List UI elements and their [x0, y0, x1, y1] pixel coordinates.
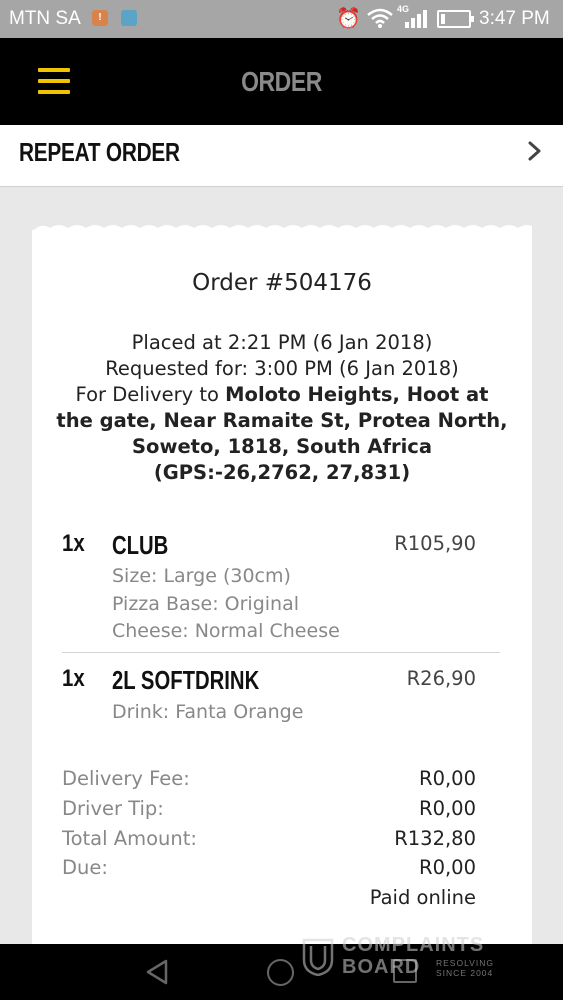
item-quantity: 1x [62, 530, 85, 557]
total-amount-value: R132,80 [394, 827, 476, 850]
gallery-notification-icon [121, 10, 137, 26]
delivery-fee-value: R0,00 [419, 767, 476, 790]
page-title: ORDER [241, 66, 322, 97]
item-option: Pizza Base: Original [112, 593, 300, 615]
item-quantity: 1x [62, 665, 85, 692]
order-details: Placed at 2:21 PM (6 Jan 2018) Requested… [54, 330, 510, 486]
delivery-prefix: For Delivery to [75, 383, 226, 406]
repeat-order-label: REPEAT ORDER [19, 137, 180, 167]
alarm-icon: ⏰ [336, 8, 361, 30]
carrier-name: MTN SA [9, 8, 81, 29]
item-name: CLUB [112, 530, 169, 560]
order-receipt: Order #504176 Placed at 2:21 PM (6 Jan 2… [32, 230, 532, 944]
item-divider [62, 652, 500, 653]
chevron-right-icon[interactable] [527, 141, 543, 161]
item-option: Drink: Fanta Orange [112, 701, 304, 723]
watermark-line2: BOARD [342, 956, 421, 978]
home-icon[interactable] [267, 959, 294, 986]
order-number: Order #504176 [192, 270, 372, 296]
item-price: R105,90 [394, 532, 476, 555]
total-amount-label: Total Amount: [62, 827, 197, 850]
due-label: Due: [62, 856, 108, 879]
item-name: 2L SOFTDRINK [112, 665, 260, 695]
back-icon[interactable] [144, 958, 170, 986]
signal-icon [405, 10, 427, 28]
clock: 3:47 PM [479, 8, 550, 29]
driver-tip-label: Driver Tip: [62, 797, 164, 820]
item-price: R26,90 [406, 667, 476, 690]
notification-icon: ! [92, 10, 108, 26]
shield-icon [302, 938, 334, 976]
app-header: ORDER [0, 38, 563, 125]
watermark-tagline: RESOLVING SINCE 2004 [436, 958, 494, 978]
placed-at: Placed at 2:21 PM (6 Jan 2018) [131, 331, 433, 354]
order-item: 1x CLUB R105,90 Size: Large (30cm) Pizza… [62, 530, 476, 650]
watermark-line1: COMPLAINTS [342, 934, 485, 956]
item-option: Size: Large (30cm) [112, 565, 291, 587]
due-value: R0,00 [419, 856, 476, 879]
delivery-info: For Delivery to Moloto Heights, Hoot at … [54, 382, 510, 486]
watermark-tag1: RESOLVING [436, 958, 494, 968]
item-option: Cheese: Normal Cheese [112, 620, 340, 642]
wifi-icon [367, 8, 393, 28]
delivery-fee-label: Delivery Fee: [62, 767, 190, 790]
repeat-order-button[interactable]: REPEAT ORDER [0, 125, 563, 187]
watermark-tag2: SINCE 2004 [436, 968, 494, 978]
payment-status: Paid online [369, 886, 476, 909]
complaints-board-watermark: COMPLAINTS BOARD RESOLVING SINCE 2004 [302, 934, 522, 980]
status-bar: MTN SA ! ⏰ 4G 3:47 PM [0, 0, 563, 38]
order-item: 1x 2L SOFTDRINK R26,90 Drink: Fanta Oran… [62, 665, 476, 725]
battery-icon [437, 10, 474, 28]
driver-tip-value: R0,00 [419, 797, 476, 820]
requested-for: Requested for: 3:00 PM (6 Jan 2018) [105, 357, 459, 380]
